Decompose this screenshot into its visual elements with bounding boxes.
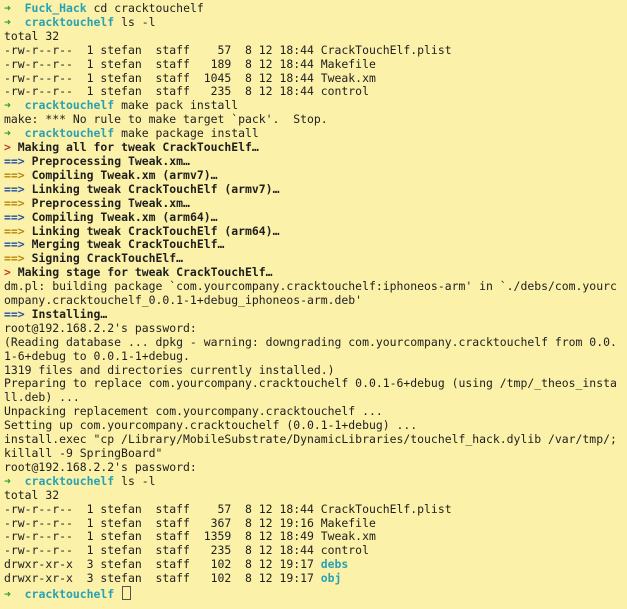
build-heading-marker: > [4, 140, 11, 155]
build-step-text: Linking tweak CrackTouchElf (armv7)… [31, 181, 280, 196]
ls-row: -rw-r--r-- 1 stefan staff 1359 8 12 18:4… [4, 529, 376, 544]
prompt-directory: Fuck_Hack [24, 1, 87, 15]
build-step: ==> Linking tweak CrackTouchElf (armv7)… [4, 181, 623, 197]
build-step: ==> Linking tweak CrackTouchElf (arm64)… [4, 223, 623, 239]
active-prompt-line[interactable]: ➜ cracktouchelf [4, 586, 623, 602]
build-heading-text: Making all for tweak CrackTouchElf… [17, 140, 259, 155]
build-step: ==> Signing CrackTouchElf… [4, 251, 623, 266]
install-output: Unpacking replacement com.yourcompany.cr… [4, 404, 383, 419]
build-step-arrow-icon: ==> [4, 237, 25, 252]
build-step: ==> Preprocessing Tweak.xm… [4, 195, 623, 211]
build-step-text: Merging tweak CrackTouchElf… [31, 237, 225, 252]
ls-dir-name: obj [320, 571, 342, 586]
build-step-arrow-icon: ==> [4, 153, 25, 168]
text-cursor[interactable] [122, 586, 132, 601]
build-step-text: Signing CrackTouchElf… [31, 251, 184, 266]
prompt-arrow-icon: ➜ [4, 587, 11, 602]
make-error: make: *** No rule to make target `pack'.… [4, 112, 328, 127]
build-step: ==> Compiling Tweak.xm (armv7)… [4, 167, 623, 183]
command-text: cd cracktouchelf [93, 1, 204, 15]
build-step-arrow-icon: ==> [4, 209, 25, 224]
build-step: ==> Installing… [4, 306, 623, 322]
prompt-directory: cracktouchelf [24, 14, 115, 29]
ls-row: -rw-r--r-- 1 stefan staff 235 8 12 18:44… [4, 84, 369, 99]
ls-row: -rw-r--r-- 1 stefan staff 57 8 12 18:44 … [4, 501, 452, 516]
command-text: make pack install [121, 98, 239, 113]
ls-total: total 32 [4, 28, 60, 43]
ls-row: -rw-r--r-- 1 stefan staff 235 8 12 18:44… [4, 543, 369, 558]
install-output: Setting up com.yourcompany.cracktouchelf… [4, 418, 418, 433]
install-output: install.exec "cp /Library/MobileSubstrat… [4, 432, 617, 460]
install-output: (Reading database ... dpkg - warning: do… [4, 334, 617, 363]
ls-dir-name: debs [320, 557, 349, 572]
build-heading-marker: > [4, 265, 11, 280]
build-step-arrow-icon: ==> [4, 223, 25, 238]
build-step-text: Compiling Tweak.xm (arm64)… [31, 209, 218, 224]
build-step-text: Preprocessing Tweak.xm… [31, 195, 190, 210]
install-output: root@192.168.2.2's password: [4, 320, 197, 335]
build-step-arrow-icon: ==> [4, 195, 25, 210]
build-step: ==> Compiling Tweak.xm (arm64)… [4, 209, 623, 225]
prompt-directory: cracktouchelf [24, 126, 115, 141]
prompt-directory: cracktouchelf [24, 473, 115, 488]
prompt-line: ➜ cracktouchelf make pack install [4, 98, 623, 113]
prompt-arrow-icon: ➜ [4, 14, 11, 29]
build-heading: > Making stage for tweak CrackTouchElf… [4, 265, 623, 280]
ls-total: total 32 [4, 487, 60, 502]
prompt-line: ➜ Fuck_Hack cd cracktouchelf [4, 1, 623, 16]
command-text: ls -l [121, 14, 156, 29]
dm-output: dm.pl: building package `com.yourcompany… [4, 279, 617, 308]
build-heading: > Making all for tweak CrackTouchElf… [4, 140, 623, 155]
prompt-arrow-icon: ➜ [4, 126, 11, 141]
build-heading-text: Making stage for tweak CrackTouchElf… [17, 265, 273, 280]
ls-row: drwxr-xr-x 3 stefan staff 102 8 12 19:17… [4, 571, 623, 586]
build-step-text: Compiling Tweak.xm (armv7)… [31, 167, 218, 182]
build-step-arrow-icon: ==> [4, 167, 25, 182]
build-step: ==> Merging tweak CrackTouchElf… [4, 237, 623, 252]
ls-row-meta: drwxr-xr-x 3 stefan staff 102 8 12 19:17 [4, 571, 321, 586]
ls-row-meta: drwxr-xr-x 3 stefan staff 102 8 12 19:17 [4, 557, 321, 572]
prompt-line: ➜ cracktouchelf ls -l [4, 473, 623, 489]
ls-row: -rw-r--r-- 1 stefan staff 57 8 12 18:44 … [4, 42, 452, 57]
build-step-text: Installing… [31, 306, 108, 321]
prompt-arrow-icon: ➜ [4, 98, 11, 113]
build-step-arrow-icon: ==> [4, 181, 25, 196]
ls-row: -rw-r--r-- 1 stefan staff 1045 8 12 18:4… [4, 70, 376, 85]
build-step-arrow-icon: ==> [4, 251, 25, 266]
ls-row: -rw-r--r-- 1 stefan staff 189 8 12 18:44… [4, 56, 376, 71]
install-output: Preparing to replace com.yourcompany.cra… [4, 376, 617, 405]
build-step-arrow-icon: ==> [4, 306, 25, 321]
build-step: ==> Preprocessing Tweak.xm… [4, 153, 623, 169]
prompt-directory: cracktouchelf [24, 98, 115, 113]
install-output: 1319 files and directories currently ins… [4, 362, 335, 377]
prompt-directory: cracktouchelf [24, 587, 115, 602]
prompt-arrow-icon: ➜ [4, 473, 11, 488]
command-text: ls -l [121, 473, 156, 488]
ls-row: drwxr-xr-x 3 stefan staff 102 8 12 19:17… [4, 557, 623, 572]
ls-row: -rw-r--r-- 1 stefan staff 367 8 12 19:16… [4, 515, 376, 530]
install-output: root@192.168.2.2's password: [4, 459, 197, 474]
terminal-window[interactable]: ➜ Fuck_Hack cd cracktouchelf ➜ cracktouc… [0, 0, 627, 609]
build-step-text: Linking tweak CrackTouchElf (arm64)… [31, 223, 280, 238]
prompt-arrow-icon: ➜ [4, 1, 11, 15]
prompt-line: ➜ cracktouchelf make package install [4, 126, 623, 141]
build-step-text: Preprocessing Tweak.xm… [31, 153, 190, 168]
command-text: make package install [121, 126, 259, 141]
prompt-line: ➜ cracktouchelf ls -l [4, 14, 623, 30]
